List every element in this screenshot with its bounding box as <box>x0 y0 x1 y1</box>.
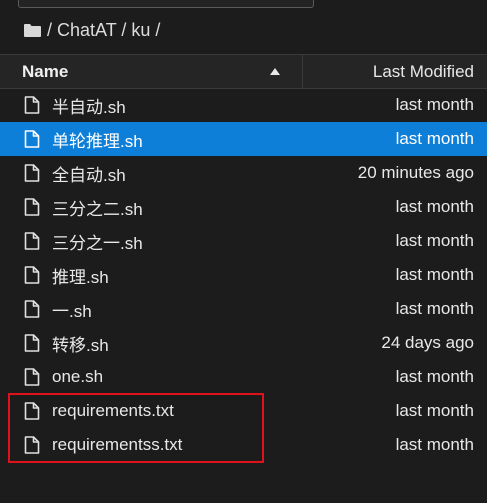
file-modified: last month <box>395 367 474 386</box>
file-row[interactable]: 三分之一.sh last month <box>0 224 487 258</box>
file-name[interactable]: 单轮推理.sh <box>52 127 396 152</box>
file-row[interactable]: 全自动.sh 20 minutes ago <box>0 156 487 190</box>
file-row[interactable]: 转移.sh 24 days ago <box>0 326 487 360</box>
file-icon <box>24 96 40 114</box>
file-name[interactable]: 三分之一.sh <box>52 229 396 254</box>
file-row[interactable]: requirements.txt last month <box>0 394 487 428</box>
file-name[interactable]: 半自动.sh <box>52 93 396 118</box>
breadcrumb-path[interactable]: / ChatAT / ku / <box>47 20 160 41</box>
file-modified: last month <box>395 435 474 454</box>
file-row[interactable]: 单轮推理.sh last month <box>0 122 487 156</box>
file-name[interactable]: 一.sh <box>52 297 396 322</box>
file-icon <box>24 300 40 318</box>
file-modified: 20 minutes ago <box>357 163 474 182</box>
breadcrumb[interactable]: / ChatAT / ku / <box>24 16 160 44</box>
file-icon <box>24 368 40 386</box>
file-icon <box>24 198 40 216</box>
file-modified: last month <box>395 299 474 318</box>
file-modified: last month <box>395 197 474 216</box>
file-name[interactable]: 推理.sh <box>52 263 396 288</box>
file-modified: last month <box>395 129 474 148</box>
modified-column-header[interactable]: Last Modified <box>303 62 487 82</box>
file-name[interactable]: requirements.txt <box>52 401 396 421</box>
name-column-label: Name <box>22 61 69 81</box>
file-modified: last month <box>395 265 474 284</box>
file-modified: last month <box>395 231 474 250</box>
file-icon <box>24 164 40 182</box>
file-row[interactable]: one.sh last month <box>0 360 487 394</box>
file-row[interactable]: 一.sh last month <box>0 292 487 326</box>
file-modified: 24 days ago <box>381 333 474 352</box>
file-list-header: Name Last Modified <box>0 55 487 89</box>
file-name[interactable]: 转移.sh <box>52 331 381 356</box>
sort-up-icon <box>270 68 280 75</box>
file-modified: last month <box>395 95 474 114</box>
file-name[interactable]: 全自动.sh <box>52 161 358 186</box>
file-name[interactable]: one.sh <box>52 367 396 387</box>
file-list: 半自动.sh last month 单轮推理.sh last month 全自动.sh 2… <box>0 88 487 462</box>
file-row[interactable]: 推理.sh last month <box>0 258 487 292</box>
file-name[interactable]: 三分之二.sh <box>52 195 396 220</box>
file-icon <box>24 130 40 148</box>
file-icon <box>24 266 40 284</box>
folder-icon <box>24 23 41 37</box>
file-icon <box>24 436 40 454</box>
name-column-header[interactable]: Name <box>0 55 303 88</box>
file-row[interactable]: requirementss.txt last month <box>0 428 487 462</box>
file-row[interactable]: 三分之二.sh last month <box>0 190 487 224</box>
file-modified: last month <box>395 401 474 420</box>
file-icon <box>24 232 40 250</box>
file-browser: / ChatAT / ku / Name Last Modified 半自动.s… <box>0 0 487 503</box>
filter-input[interactable] <box>18 0 314 8</box>
file-row[interactable]: 半自动.sh last month <box>0 88 487 122</box>
file-icon <box>24 402 40 420</box>
file-name[interactable]: requirementss.txt <box>52 435 396 455</box>
file-icon <box>24 334 40 352</box>
